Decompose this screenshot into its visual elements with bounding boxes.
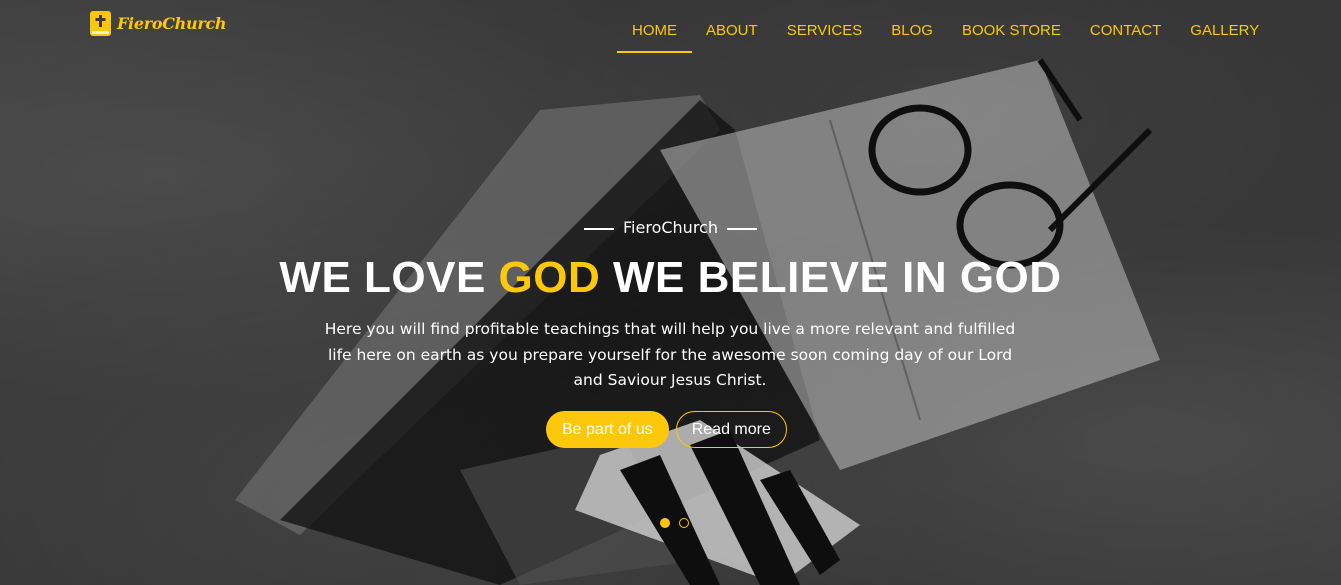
read-more-button[interactable]: Read more <box>675 411 787 448</box>
nav-home[interactable]: HOME <box>617 22 692 53</box>
eyebrow-text: FieroChurch <box>623 218 718 237</box>
nav-book-store[interactable]: BOOK STORE <box>962 22 1061 53</box>
nav-about[interactable]: ABOUT <box>706 22 758 53</box>
headline-pre: WE LOVE <box>279 253 499 302</box>
slider-dots <box>660 518 689 528</box>
bible-cross-icon <box>90 11 111 36</box>
nav-contact[interactable]: CONTACT <box>1090 22 1161 53</box>
be-part-of-us-button[interactable]: Be part of us <box>546 411 669 448</box>
logo[interactable]: FieroChurch <box>89 10 227 37</box>
headline-highlight: GOD <box>498 253 601 302</box>
nav-blog[interactable]: BLOG <box>891 22 933 53</box>
hero-section: FieroChurch HOME ABOUT SERVICES BLOG BOO… <box>0 0 1341 585</box>
nav-services[interactable]: SERVICES <box>787 22 863 53</box>
eyebrow-line-left <box>584 227 615 230</box>
slider-dot-2[interactable] <box>679 518 689 528</box>
main-nav: HOME ABOUT SERVICES BLOG BOOK STORE CONT… <box>617 22 1288 53</box>
headline-post: WE BELIEVE IN GOD <box>600 253 1062 302</box>
nav-gallery[interactable]: GALLERY <box>1190 22 1259 53</box>
logo-text: FieroChurch <box>117 14 227 33</box>
hero-eyebrow: FieroChurch <box>0 218 1341 237</box>
hero-headline: WE LOVE GOD WE BELIEVE IN GOD <box>0 253 1341 303</box>
eyebrow-line-right <box>726 227 757 230</box>
slider-dot-1[interactable] <box>660 518 670 528</box>
hero-subtext: Here you will find profitable teachings … <box>324 320 1016 389</box>
hero-buttons: Be part of us Read more <box>546 411 787 448</box>
